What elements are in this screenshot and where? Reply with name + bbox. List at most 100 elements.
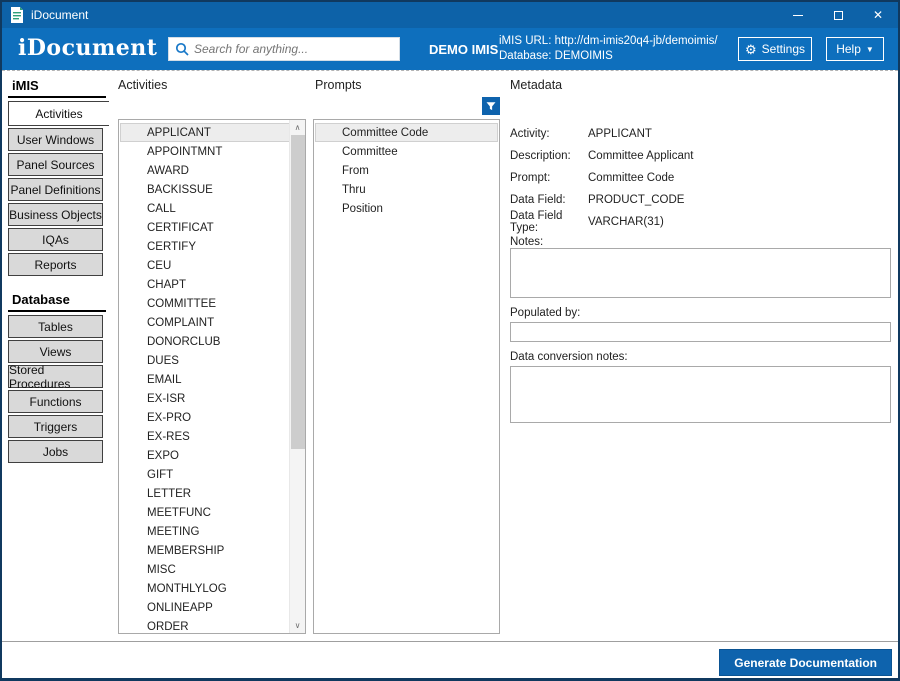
- sidebar: iMIS ActivitiesUser WindowsPanel Sources…: [8, 75, 108, 465]
- window-controls: ✕: [778, 2, 898, 28]
- activity-item[interactable]: APPLICANT: [120, 123, 304, 142]
- scroll-up-icon[interactable]: ∧: [290, 120, 305, 135]
- metadata-field-label: Data Field Type:: [510, 210, 588, 234]
- activity-item[interactable]: EXPO: [120, 446, 304, 465]
- activity-item[interactable]: LETTER: [120, 484, 304, 503]
- search-input[interactable]: [194, 42, 399, 56]
- metadata-row: Data Field Type: VARCHAR(31): [510, 211, 894, 233]
- data-conversion-notes-field[interactable]: [510, 366, 891, 423]
- close-button[interactable]: ✕: [858, 2, 898, 28]
- sidebar-tab[interactable]: Views: [8, 340, 103, 363]
- metadata-field-value: VARCHAR(31): [588, 216, 664, 228]
- activity-item[interactable]: EX-ISR: [120, 389, 304, 408]
- chevron-down-icon: ▼: [866, 45, 874, 54]
- scrollbar-thumb[interactable]: [291, 135, 305, 449]
- activity-item[interactable]: BACKISSUE: [120, 180, 304, 199]
- settings-button[interactable]: ⚙ Settings: [738, 37, 812, 61]
- search-icon: [175, 42, 189, 56]
- scroll-down-icon[interactable]: ∨: [290, 618, 305, 633]
- activity-item[interactable]: ORDER: [120, 617, 304, 634]
- imis-url-value: http://dm-imis20q4-jb/demoimis/: [555, 35, 718, 47]
- window-title: iDocument: [31, 8, 88, 22]
- metadata-row: Prompt: Committee Code: [510, 167, 894, 189]
- metadata-field-value: Committee Applicant: [588, 150, 693, 162]
- help-button-label: Help: [836, 42, 861, 56]
- environment-label: DEMO IMIS: [429, 42, 498, 57]
- activity-item[interactable]: COMPLAINT: [120, 313, 304, 332]
- populated-by-label: Populated by:: [510, 307, 580, 319]
- activity-item[interactable]: EX-RES: [120, 427, 304, 446]
- document-icon: [10, 7, 24, 23]
- footer-bar: Generate Documentation: [2, 641, 898, 678]
- populated-by-field[interactable]: [510, 322, 891, 342]
- metadata-field-value: PRODUCT_CODE: [588, 194, 684, 206]
- prompt-item[interactable]: From: [315, 161, 498, 180]
- metadata-row: Activity: APPLICANT: [510, 123, 894, 145]
- metadata-field-label: Description:: [510, 150, 588, 162]
- notes-label: Notes:: [510, 236, 543, 248]
- metadata-fields: Activity: APPLICANT Description: Committ…: [510, 123, 894, 233]
- activity-item[interactable]: CERTIFICAT: [120, 218, 304, 237]
- activities-scrollbar[interactable]: ∧ ∨: [289, 120, 305, 633]
- prompt-item[interactable]: Thru: [315, 180, 498, 199]
- sidebar-tab[interactable]: User Windows: [8, 128, 103, 151]
- activity-item[interactable]: GIFT: [120, 465, 304, 484]
- metadata-row: Description: Committee Applicant: [510, 145, 894, 167]
- gear-icon: ⚙: [745, 43, 757, 56]
- filter-icon: [485, 100, 497, 112]
- metadata-field-label: Data Field:: [510, 194, 588, 206]
- maximize-button[interactable]: [818, 2, 858, 28]
- activity-item[interactable]: MEETFUNC: [120, 503, 304, 522]
- activity-item[interactable]: CEU: [120, 256, 304, 275]
- help-button[interactable]: Help ▼: [826, 37, 884, 61]
- sidebar-tab[interactable]: Activities: [8, 101, 109, 126]
- sidebar-tab[interactable]: Stored Procedures: [8, 365, 103, 388]
- prompts-panel-title: Prompts: [315, 78, 362, 92]
- activity-item[interactable]: MEETING: [120, 522, 304, 541]
- activity-item[interactable]: APPOINTMNT: [120, 142, 304, 161]
- activity-item[interactable]: EMAIL: [120, 370, 304, 389]
- minimize-button[interactable]: [778, 2, 818, 28]
- notes-field[interactable]: [510, 248, 891, 298]
- prompt-item[interactable]: Committee: [315, 142, 498, 161]
- activity-item[interactable]: MISC: [120, 560, 304, 579]
- prompt-item[interactable]: Position: [315, 199, 498, 218]
- activity-item[interactable]: CALL: [120, 199, 304, 218]
- data-conversion-notes-label: Data conversion notes:: [510, 351, 628, 363]
- activity-item[interactable]: EX-PRO: [120, 408, 304, 427]
- sidebar-tab[interactable]: Tables: [8, 315, 103, 338]
- activity-item[interactable]: DONORCLUB: [120, 332, 304, 351]
- settings-button-label: Settings: [762, 42, 805, 56]
- metadata-field-value: Committee Code: [588, 172, 674, 184]
- app-logo: iDocument: [18, 35, 157, 61]
- activity-item[interactable]: MEMBERSHIP: [120, 541, 304, 560]
- metadata-field-value: APPLICANT: [588, 128, 652, 140]
- database-value: DEMOIMIS: [555, 50, 613, 62]
- database-label: Database:: [499, 50, 551, 62]
- sidebar-tab[interactable]: Panel Definitions: [8, 178, 103, 201]
- search-box[interactable]: [168, 37, 400, 61]
- sidebar-tab[interactable]: Panel Sources: [8, 153, 103, 176]
- activity-item[interactable]: MONTHLYLOG: [120, 579, 304, 598]
- activity-item[interactable]: DUES: [120, 351, 304, 370]
- titlebar: iDocument ✕: [2, 2, 898, 28]
- generate-documentation-button[interactable]: Generate Documentation: [719, 649, 892, 676]
- app-window: iDocument ✕ iDocument DEMO IMIS: [0, 0, 900, 681]
- sidebar-tab[interactable]: Functions: [8, 390, 103, 413]
- activity-item[interactable]: CERTIFY: [120, 237, 304, 256]
- filter-button[interactable]: [482, 97, 500, 115]
- prompt-item[interactable]: Committee Code: [315, 123, 498, 142]
- activity-item[interactable]: ONLINEAPP: [120, 598, 304, 617]
- sidebar-tab[interactable]: Reports: [8, 253, 103, 276]
- activities-list: ∧ ∨ APPLICANTAPPOINTMNTAWARDBACKISSUECAL…: [118, 119, 306, 634]
- sidebar-tab[interactable]: Jobs: [8, 440, 103, 463]
- sidebar-tab[interactable]: IQAs: [8, 228, 103, 251]
- sidebar-tab[interactable]: Triggers: [8, 415, 103, 438]
- sidebar-tab[interactable]: Business Objects: [8, 203, 103, 226]
- activity-item[interactable]: CHAPT: [120, 275, 304, 294]
- activity-item[interactable]: AWARD: [120, 161, 304, 180]
- main-area: iMIS ActivitiesUser WindowsPanel Sources…: [2, 70, 898, 641]
- imis-url-label: iMIS URL:: [499, 35, 551, 47]
- activity-item[interactable]: COMMITTEE: [120, 294, 304, 313]
- connection-info: iMIS URL: http://dm-imis20q4-jb/demoimis…: [499, 34, 718, 64]
